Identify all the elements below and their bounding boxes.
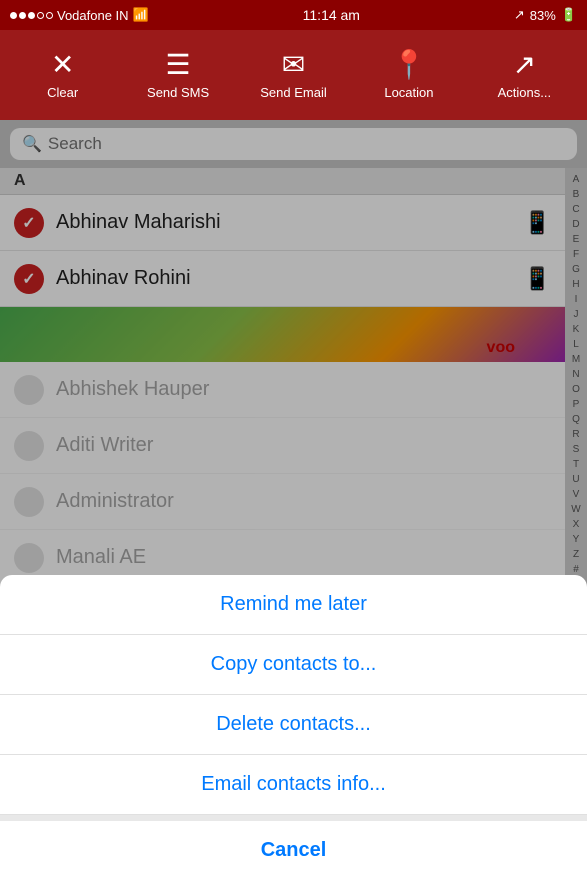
dot-2 [19, 12, 26, 19]
battery-icon: 🔋 [561, 7, 577, 23]
modal-overlay: Remind me later Copy contacts to... Dele… [0, 120, 587, 880]
action-sheet: Remind me later Copy contacts to... Dele… [0, 575, 587, 880]
dot-3 [28, 12, 35, 19]
signal-dots [10, 12, 53, 19]
location-icon: ↗ [514, 7, 525, 23]
carrier-label: Vodafone IN [57, 8, 129, 23]
remind-later-button[interactable]: Remind me later [0, 575, 587, 635]
actions-button[interactable]: ↗ Actions... [467, 43, 582, 108]
send-sms-label: Send SMS [147, 85, 209, 100]
clear-icon: ✕ [51, 51, 74, 79]
send-email-label: Send Email [260, 85, 326, 100]
send-sms-icon: ☰ [166, 51, 191, 79]
clear-label: Clear [47, 85, 78, 100]
cancel-button[interactable]: Cancel [0, 815, 587, 880]
delete-contacts-button[interactable]: Delete contacts... [0, 695, 587, 755]
toolbar: ✕ Clear ☰ Send SMS ✉ Send Email 📍 Locati… [0, 30, 587, 120]
dot-1 [10, 12, 17, 19]
status-right: ↗ 83% 🔋 [514, 7, 577, 23]
status-left: Vodafone IN 📶 [10, 7, 149, 23]
status-bar: Vodafone IN 📶 11:14 am ↗ 83% 🔋 [0, 0, 587, 30]
dot-4 [37, 12, 44, 19]
wifi-icon: 📶 [133, 7, 149, 23]
actions-icon: ↗ [513, 51, 536, 79]
send-sms-button[interactable]: ☰ Send SMS [120, 43, 235, 108]
actions-label: Actions... [498, 85, 551, 100]
time-label: 11:14 am [303, 7, 360, 23]
clear-button[interactable]: ✕ Clear [5, 43, 120, 108]
email-contacts-button[interactable]: Email contacts info... [0, 755, 587, 815]
copy-contacts-button[interactable]: Copy contacts to... [0, 635, 587, 695]
send-email-button[interactable]: ✉ Send Email [236, 43, 351, 108]
location-label: Location [384, 85, 433, 100]
location-icon: 📍 [391, 51, 426, 79]
send-email-icon: ✉ [282, 51, 305, 79]
dot-5 [46, 12, 53, 19]
battery-percent: 83% [530, 8, 556, 23]
location-button[interactable]: 📍 Location [351, 43, 466, 108]
